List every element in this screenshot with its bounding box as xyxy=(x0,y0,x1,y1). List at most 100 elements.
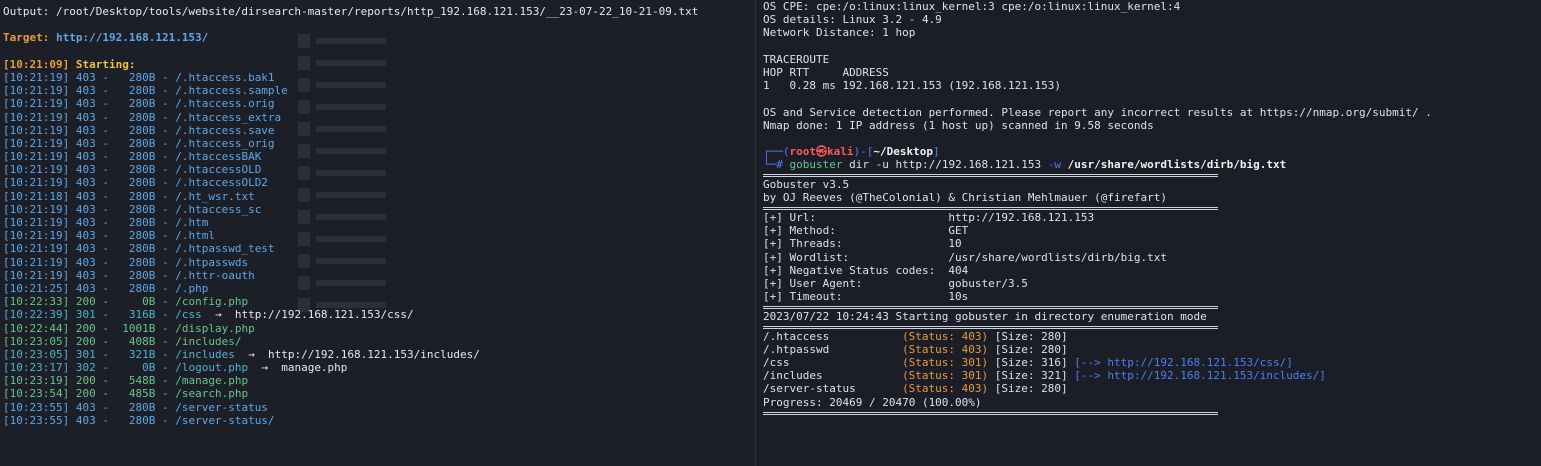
row-redirect: → manage.php xyxy=(248,361,347,374)
nmap-line: HOP RTT ADDRESS xyxy=(763,65,889,79)
row-status-code: 403 xyxy=(75,70,96,84)
command-name: gobuster xyxy=(789,158,843,172)
result-row: [10:21:19] 403 - 280B - /.htaccess.orig xyxy=(3,97,275,111)
right-terminal[interactable]: OS CPE: cpe:/o:linux:linux_kernel:3 cpe:… xyxy=(755,0,1541,466)
separator xyxy=(763,171,1541,178)
row-path: /server-status/ xyxy=(175,413,275,427)
config-row: [+] User Agent: gobuster/3.5 xyxy=(763,277,1541,290)
row-path: /.htaccessBAK xyxy=(175,150,262,164)
row-path: /.htaccess.save xyxy=(175,123,275,137)
row-time: [10:23:54] xyxy=(3,387,70,401)
result-row: [10:23:05] 200 - 408B - /includes/ xyxy=(3,334,242,348)
result-row: [10:21:25] 403 - 280B - /.php xyxy=(3,281,209,295)
row-time: [10:21:19] xyxy=(3,229,70,243)
result-redirect: [--> http://192.168.121.153/css/] xyxy=(1074,356,1293,370)
config-key: [+] Url: xyxy=(763,211,816,224)
row-status-code: 403 xyxy=(75,136,96,150)
nmap-line: 1 0.28 ms 192.168.121.153 (192.168.121.1… xyxy=(763,79,1062,93)
row-time: [10:21:19] xyxy=(3,70,70,84)
nmap-line: TRACEROUTE xyxy=(763,52,830,66)
row-status-code: 403 xyxy=(75,150,96,164)
row-time: [10:21:19] xyxy=(3,97,70,111)
prompt-user: root㉿kali xyxy=(789,145,854,159)
separator xyxy=(763,303,1541,310)
row-path: /search.php xyxy=(175,387,249,401)
result-row: [10:23:55] 403 - 280B - /server-status xyxy=(3,400,268,414)
separator xyxy=(763,409,1541,416)
row-path: /.htaccess_sc xyxy=(175,202,262,216)
row-size: 280B xyxy=(128,216,156,229)
config-key: [+] Threads: xyxy=(763,237,843,251)
banner-line: by OJ Reeves (@TheColonial) & Christian … xyxy=(763,191,1167,205)
result-path: /.htaccess xyxy=(763,329,830,343)
row-path: /.htpasswds xyxy=(175,255,249,269)
row-status-code: 403 xyxy=(75,242,96,256)
start-time: [10:21:09] xyxy=(3,57,76,71)
row-status-code: 200 xyxy=(75,374,96,388)
prompt-line-1: ┌──(root㉿kali)-[~/Desktop] xyxy=(763,145,1541,158)
row-size: 485B xyxy=(128,387,156,401)
row-time: [10:23:05] xyxy=(3,347,70,361)
row-time: [10:21:19] xyxy=(3,242,70,256)
row-time: [10:21:19] xyxy=(3,150,70,164)
row-size: 280B xyxy=(128,163,156,177)
row-status-code: 403 xyxy=(75,163,96,177)
dirsearch-results: [10:21:19] 403 - 280B - /.htaccess.bak1[… xyxy=(3,71,755,433)
gobuster-result-row: /.htaccess (Status: 403) [Size: 280] xyxy=(763,330,1541,343)
row-size: 280B xyxy=(128,281,156,295)
nmap-output: OS CPE: cpe:/o:linux:linux_kernel:3 cpe:… xyxy=(763,0,1541,132)
row-path: /logout.php xyxy=(175,361,249,375)
row-status-code: 200 xyxy=(75,334,96,348)
row-status-code: 403 xyxy=(75,176,96,190)
result-redirect: [--> http://192.168.121.153/includes/] xyxy=(1074,369,1326,383)
row-status-code: 403 xyxy=(75,123,96,137)
nmap-line: OS CPE: cpe:/o:linux:linux_kernel:3 cpe:… xyxy=(763,0,1181,13)
row-time: [10:21:19] xyxy=(3,202,70,216)
row-path: /.htaccess.orig xyxy=(175,97,275,111)
result-row: [10:23:55] 403 - 280B - /server-status/ xyxy=(3,413,275,427)
config-key: [+] Method: xyxy=(763,224,836,238)
row-status-code: 302 xyxy=(75,361,96,375)
config-key: [+] Wordlist: xyxy=(763,250,850,264)
row-size: 280B xyxy=(128,229,156,243)
result-row: [10:21:19] 403 - 280B - /.htaccess_sc xyxy=(3,202,262,216)
row-time: [10:22:44] xyxy=(3,321,70,335)
row-path: /.httr-oauth xyxy=(175,268,255,282)
row-path: /includes xyxy=(175,347,235,361)
nmap-line: OS and Service detection performed. Plea… xyxy=(763,105,1432,119)
row-time: [10:21:19] xyxy=(3,268,70,282)
row-status-code: 403 xyxy=(75,281,96,295)
row-path: /.ht_wsr.txt xyxy=(175,189,255,203)
config-key: [+] Timeout: xyxy=(763,290,843,304)
row-size: 408B xyxy=(128,334,156,348)
left-terminal[interactable]: Output: /root/Desktop/tools/website/dirs… xyxy=(0,0,755,466)
row-path: /.htpasswd_test xyxy=(175,242,275,256)
row-path: /.htm xyxy=(175,216,209,229)
row-time: [10:21:19] xyxy=(3,110,70,124)
config-value: http://192.168.121.153 xyxy=(948,211,1095,224)
result-path: /server-status xyxy=(763,382,856,396)
redirect-arrow: → xyxy=(248,347,255,361)
redirect-arrow: → xyxy=(261,361,268,375)
separator xyxy=(763,204,1541,211)
gobuster-result-row: /css (Status: 301) [Size: 316] [--> http:… xyxy=(763,356,1541,369)
result-row: [10:21:19] 403 - 280B - /.htpasswd_test xyxy=(3,242,275,256)
row-time: [10:22:33] xyxy=(3,295,70,309)
row-path: /.htaccess_orig xyxy=(175,136,275,150)
start-label: Starting: xyxy=(75,57,136,71)
row-time: [10:23:55] xyxy=(3,413,70,427)
row-time: [10:22:39] xyxy=(3,308,70,322)
result-status: (Status: 403) xyxy=(902,382,989,396)
banner-line: Gobuster v3.5 xyxy=(763,178,850,192)
row-status-code: 403 xyxy=(75,84,96,98)
row-size: 280B xyxy=(128,150,156,164)
result-row: [10:21:19] 403 - 280B - /.html xyxy=(3,229,215,243)
gobuster-results: /.htaccess (Status: 403) [Size: 280]/.htp… xyxy=(763,330,1541,396)
row-redirect: → http://192.168.121.153/includes/ xyxy=(235,348,480,361)
row-size: 280B xyxy=(128,413,156,427)
result-row: [10:21:19] 403 - 280B - /.htaccess.sampl… xyxy=(3,84,288,98)
row-time: [10:23:17] xyxy=(3,361,70,375)
result-size: [Size: 316] xyxy=(994,356,1068,370)
output-path-line: Output: /root/Desktop/tools/website/dirs… xyxy=(3,5,699,18)
